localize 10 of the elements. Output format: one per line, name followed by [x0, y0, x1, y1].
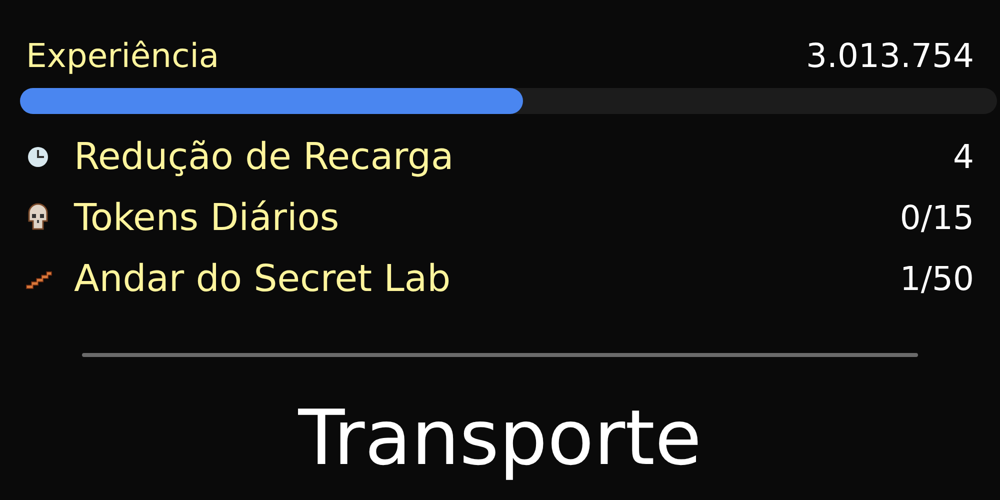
stat-label: Redução de Recarga [74, 134, 455, 178]
clock-icon [26, 144, 50, 168]
stat-label: Tokens Diários [74, 196, 340, 240]
experience-label: Experiência [26, 36, 220, 76]
stat-value: 1/50 [900, 258, 974, 300]
stat-label: Andar do Secret Lab [74, 256, 452, 300]
stat-value: 4 [953, 136, 974, 178]
stat-value: 0/15 [900, 196, 974, 238]
section-title: Transporte [298, 393, 702, 483]
experience-value: 3.013.754 [806, 36, 974, 76]
